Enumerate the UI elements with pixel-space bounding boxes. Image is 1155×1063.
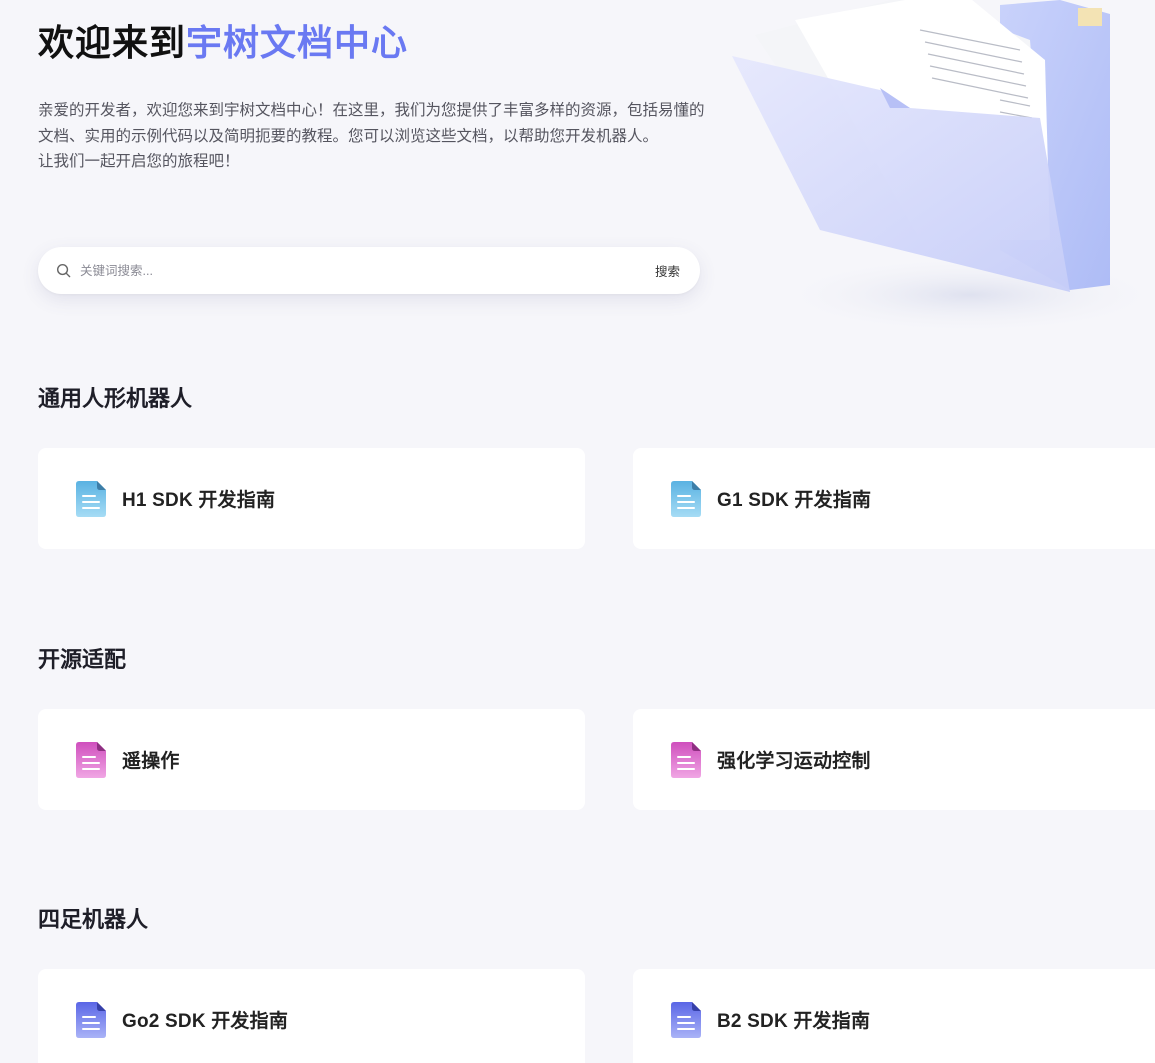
search-bar: 搜索	[38, 247, 700, 294]
card-label: G1 SDK 开发指南	[717, 490, 872, 511]
page-title-prefix: 欢迎来到	[38, 22, 187, 63]
document-icon-pink	[671, 741, 701, 778]
card-label: B2 SDK 开发指南	[717, 1011, 871, 1032]
document-icon-blue	[671, 480, 701, 517]
search-button[interactable]: 搜索	[655, 261, 680, 280]
folder-illustration	[732, 0, 1155, 335]
search-icon	[56, 263, 72, 279]
section-title-open-source: 开源适配	[38, 647, 127, 672]
card-b2-sdk-guide[interactable]: B2 SDK 开发指南	[633, 969, 1155, 1063]
card-label: 强化学习运动控制	[717, 751, 871, 772]
card-g1-sdk-guide[interactable]: G1 SDK 开发指南	[633, 448, 1155, 549]
card-label: H1 SDK 开发指南	[122, 490, 276, 511]
hero-description: 亲爱的开发者，欢迎您来到宇树文档中心！在这里，我们为您提供了丰富多样的资源，包括…	[38, 98, 708, 175]
document-icon-purple	[76, 1001, 106, 1038]
section-title-humanoid: 通用人形机器人	[38, 386, 193, 411]
section-title-quadruped: 四足机器人	[38, 907, 149, 932]
document-icon-purple	[671, 1001, 701, 1038]
card-label: 遥操作	[122, 751, 180, 772]
search-input[interactable]	[80, 263, 655, 278]
card-rl-locomotion[interactable]: 强化学习运动控制	[633, 709, 1155, 810]
document-icon-blue	[76, 480, 106, 517]
docs-center-page: 欢迎来到宇树文档中心 亲爱的开发者，欢迎您来到宇树文档中心！在这里，我们为您提供…	[0, 0, 1155, 1063]
card-label: Go2 SDK 开发指南	[122, 1011, 289, 1032]
card-go2-sdk-guide[interactable]: Go2 SDK 开发指南	[38, 969, 585, 1063]
card-h1-sdk-guide[interactable]: H1 SDK 开发指南	[38, 448, 585, 549]
page-title-accent: 宇树文档中心	[186, 22, 409, 63]
document-icon-pink	[76, 741, 106, 778]
card-teleoperation[interactable]: 遥操作	[38, 709, 585, 810]
page-title: 欢迎来到宇树文档中心	[38, 14, 408, 66]
hero-description-paragraph: 亲爱的开发者，欢迎您来到宇树文档中心！在这里，我们为您提供了丰富多样的资源，包括…	[38, 102, 705, 145]
hero-description-closing: 让我们一起开启您的旅程吧！	[38, 153, 240, 170]
